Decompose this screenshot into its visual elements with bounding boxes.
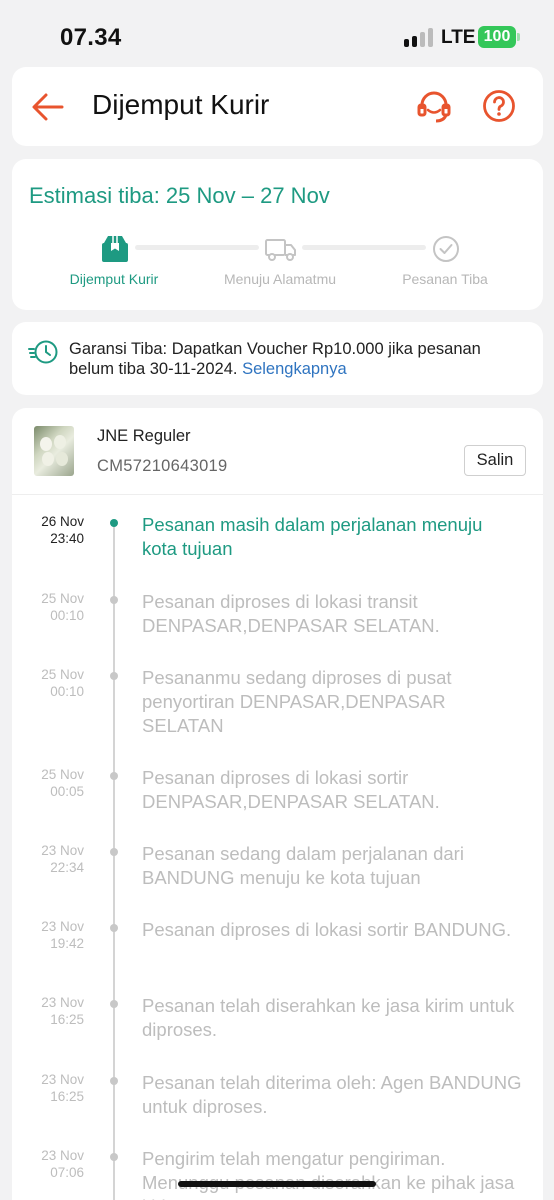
event-description: Pesanan diproses di lokasi transit DENPA… [142,591,440,636]
event-description: Pengirim telah mengatur pengiriman. Menu… [142,1148,515,1200]
event-date: 25 Nov 00:10 [41,667,84,699]
event-date: 23 Nov 07:06 [41,1148,84,1180]
event-date: 23 Nov 16:25 [41,1072,84,1104]
event-description: Pesanan masih dalam perjalanan menuju ko… [142,514,483,559]
delivery-guarantee-card[interactable]: Garansi Tiba: Dapatkan Voucher Rp10.000 … [12,322,543,395]
step-label-arrived: Pesanan Tiba [402,271,488,287]
step-label-on-the-way: Menuju Alamatmu [223,271,337,287]
timeline-dot [110,1000,118,1008]
box-icon [102,236,128,262]
battery-icon: 100 [478,26,516,48]
event-description: Pesanan telah diterima oleh: Agen BANDUN… [142,1072,522,1117]
timeline-dot [110,519,118,527]
courier-name: JNE Reguler [97,427,191,445]
event-description: Pesanan sedang dalam perjalanan dari BAN… [142,843,464,888]
header-bar: Dijemput Kurir [12,67,543,146]
learn-more-link[interactable]: Selengkapnya [242,360,347,378]
timeline-dot [110,672,118,680]
battery-tip [517,33,520,41]
timeline-dot [110,596,118,604]
timeline-dot [110,1153,118,1161]
copy-button[interactable]: Salin [464,445,526,476]
step-connector [302,245,426,250]
truck-icon [265,239,296,261]
cellular-signal-icon [404,28,433,47]
event-date: 23 Nov 19:42 [41,919,84,951]
timeline-dot [110,772,118,780]
help-icon[interactable] [482,89,516,123]
event-date: 23 Nov 16:25 [41,995,84,1027]
event-date: 26 Nov 23:40 [41,514,84,546]
event-description: Pesanan telah diserahkan ke jasa kirim u… [142,995,515,1040]
divider [12,494,543,495]
timeline-dot [110,924,118,932]
step-connector [135,245,259,250]
estimate-title: Estimasi tiba: 25 Nov – 27 Nov [29,183,330,208]
page-title: Dijemput Kurir [92,89,270,120]
timeline-dot [110,848,118,856]
check-circle-icon [433,236,459,262]
step-label-picked-up: Dijemput Kurir [69,271,159,287]
event-date: 23 Nov 22:34 [41,843,84,875]
event-description: Pesanan diproses di lokasi sortir DENPAS… [142,767,440,812]
tracking-number: CM57210643019 [97,457,228,475]
delivery-estimate-card: Estimasi tiba: 25 Nov – 27 Nov Dijemput … [12,159,543,310]
fast-clock-icon [28,340,58,364]
timeline-line [113,520,115,1200]
back-arrow-icon[interactable] [30,89,66,125]
status-time: 07.34 [60,24,122,51]
product-thumbnail [34,426,74,476]
status-bar: 07.34 LTE 100 [0,0,554,62]
customer-support-icon[interactable] [416,89,452,125]
event-date: 25 Nov 00:05 [41,767,84,799]
guarantee-text: Garansi Tiba: Dapatkan Voucher Rp10.000 … [69,339,519,379]
event-description: Pesananmu sedang diproses di pusat penyo… [142,667,452,736]
home-indicator[interactable] [178,1181,376,1187]
tracking-card: JNE Reguler CM57210643019 Salin 26 Nov 23… [12,408,543,1200]
network-type: LTE [441,27,476,48]
event-date: 25 Nov 00:10 [41,591,84,623]
timeline-dot [110,1077,118,1085]
event-description: Pesanan diproses di lokasi sortir BANDUN… [142,919,512,940]
